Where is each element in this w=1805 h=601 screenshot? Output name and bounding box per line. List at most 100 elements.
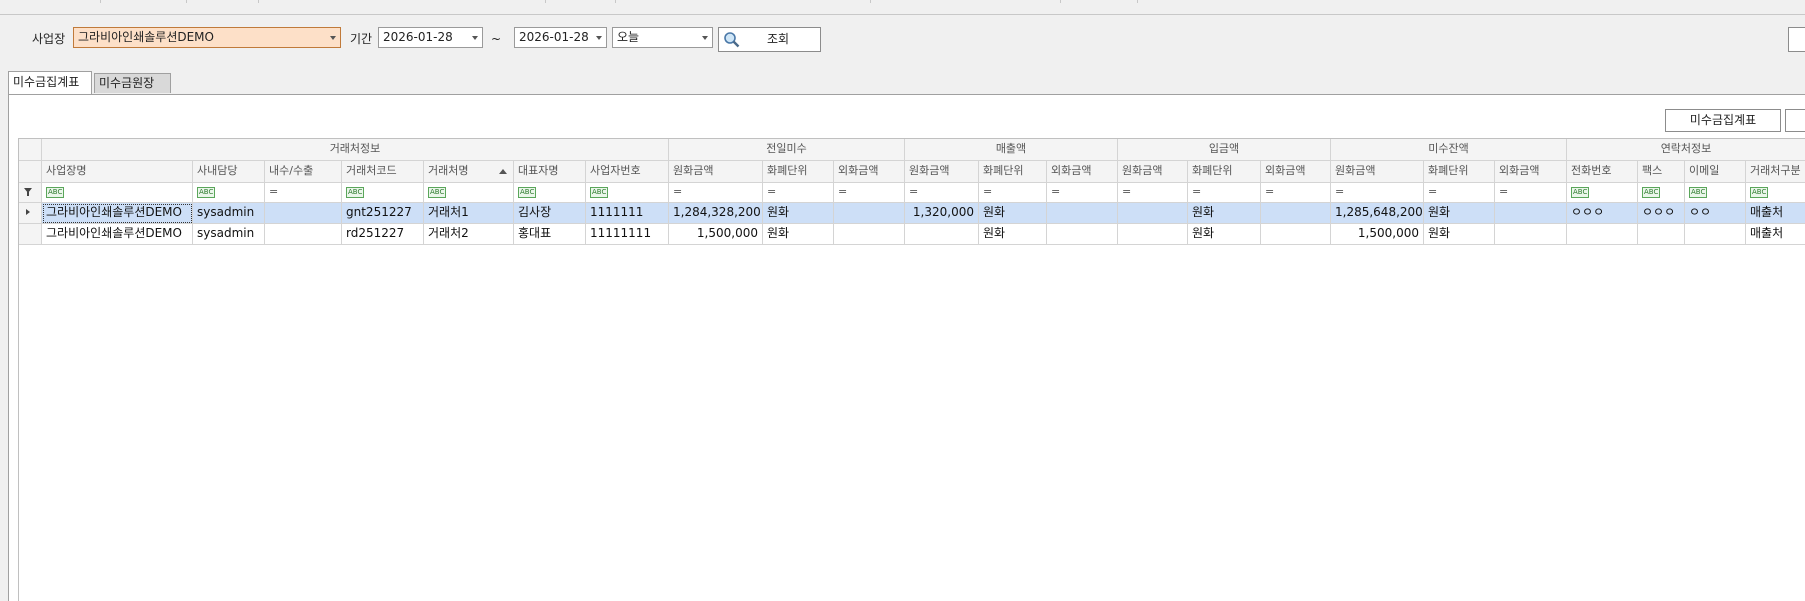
cell-deposit-currency[interactable]: 원화 [1188, 203, 1261, 224]
column-header-balance-currency[interactable]: 화폐단위 [1424, 161, 1495, 183]
cell-prev-foreign[interactable] [834, 224, 905, 245]
filter-cell-phone[interactable]: ABC [1567, 183, 1638, 203]
column-header-client-code[interactable]: 거래처코드 [342, 161, 424, 183]
column-header-email[interactable]: 이메일 [1685, 161, 1746, 183]
cell-prev-krw[interactable]: 1,500,000 [669, 224, 763, 245]
filter-cell-prev-krw[interactable]: = [669, 183, 763, 203]
column-header-prev-krw[interactable]: 원화금액 [669, 161, 763, 183]
filter-cell-sales-foreign[interactable]: = [1047, 183, 1118, 203]
cell-client-type[interactable]: 매출처 [1746, 203, 1805, 224]
cell-business-no[interactable]: 11111111 [586, 224, 669, 245]
column-header-sales-currency[interactable]: 화폐단위 [979, 161, 1047, 183]
cell-fax[interactable]: ㅇㅇㅇ [1638, 203, 1685, 224]
summary-report-button[interactable]: 미수금집계표 [1665, 109, 1781, 132]
cell-balance-foreign[interactable] [1495, 224, 1567, 245]
filter-cell-prev-currency[interactable]: = [763, 183, 834, 203]
cell-client-type[interactable]: 매출처 [1746, 224, 1805, 245]
cell-business-no[interactable]: 1111111 [586, 203, 669, 224]
row-indicator-current[interactable] [19, 203, 42, 224]
cell-domestic-export[interactable] [265, 203, 342, 224]
column-header-ceo-name[interactable]: 대표자명 [514, 161, 586, 183]
cell-sales-krw[interactable] [905, 224, 979, 245]
cell-prev-currency[interactable]: 원화 [763, 203, 834, 224]
cell-balance-foreign[interactable] [1495, 203, 1567, 224]
filter-cell-prev-foreign[interactable]: = [834, 183, 905, 203]
column-header-phone[interactable]: 전화번호 [1567, 161, 1638, 183]
cell-domestic-export[interactable] [265, 224, 342, 245]
filter-cell-client-name[interactable]: ABC [424, 183, 514, 203]
cell-prev-krw[interactable]: 1,284,328,200 [669, 203, 763, 224]
cell-phone[interactable] [1567, 224, 1638, 245]
column-header-site-name[interactable]: 사업장명 [42, 161, 193, 183]
cell-email[interactable] [1685, 224, 1746, 245]
cell-ceo-name[interactable]: 김사장 [514, 203, 586, 224]
column-header-sales-foreign[interactable]: 외화금액 [1047, 161, 1118, 183]
cell-balance-currency[interactable]: 원화 [1424, 224, 1495, 245]
column-header-balance-krw[interactable]: 원화금액 [1331, 161, 1424, 183]
cell-prev-foreign[interactable] [834, 203, 905, 224]
column-header-deposit-currency[interactable]: 화폐단위 [1188, 161, 1261, 183]
date-to-picker[interactable]: 2026-01-28 [514, 27, 607, 48]
column-header-domestic-export[interactable]: 내수/수출 [265, 161, 342, 183]
tab-summary[interactable]: 미수금집계표 [8, 71, 92, 95]
cell-email[interactable]: ㅇㅇ [1685, 203, 1746, 224]
cell-prev-currency[interactable]: 원화 [763, 224, 834, 245]
cell-balance-currency[interactable]: 원화 [1424, 203, 1495, 224]
filter-cell-sales-currency[interactable]: = [979, 183, 1047, 203]
cell-deposit-krw[interactable] [1118, 224, 1188, 245]
filter-row-indicator[interactable] [19, 183, 42, 203]
cell-client-name[interactable]: 거래처2 [424, 224, 514, 245]
cell-phone[interactable]: ㅇㅇㅇ [1567, 203, 1638, 224]
column-header-fax[interactable]: 팩스 [1638, 161, 1685, 183]
cell-deposit-foreign[interactable] [1261, 224, 1331, 245]
extra-action-button[interactable] [1785, 109, 1805, 132]
filter-cell-balance-krw[interactable]: = [1331, 183, 1424, 203]
cell-manager[interactable]: sysadmin [193, 224, 265, 245]
filter-cell-deposit-currency[interactable]: = [1188, 183, 1261, 203]
filter-cell-manager[interactable]: ABC [193, 183, 265, 203]
column-header-deposit-krw[interactable]: 원화금액 [1118, 161, 1188, 183]
cell-sales-foreign[interactable] [1047, 203, 1118, 224]
cell-client-code[interactable]: rd251227 [342, 224, 424, 245]
cell-deposit-foreign[interactable] [1261, 203, 1331, 224]
row-indicator[interactable] [19, 224, 42, 245]
filter-cell-client-type[interactable]: ABC [1746, 183, 1805, 203]
cell-sales-currency[interactable]: 원화 [979, 224, 1047, 245]
cell-deposit-currency[interactable]: 원화 [1188, 224, 1261, 245]
filter-cell-site-name[interactable]: ABC [42, 183, 193, 203]
site-select[interactable]: 그라비아인쇄솔루션DEMO [73, 27, 341, 48]
date-from-picker[interactable]: 2026-01-28 [378, 27, 483, 48]
cell-manager[interactable]: sysadmin [193, 203, 265, 224]
filter-cell-client-code[interactable]: ABC [342, 183, 424, 203]
column-header-sales-krw[interactable]: 원화금액 [905, 161, 979, 183]
range-select[interactable]: 오늘 [612, 27, 713, 48]
cell-fax[interactable] [1638, 224, 1685, 245]
filter-cell-domestic-export[interactable]: = [265, 183, 342, 203]
cell-deposit-krw[interactable] [1118, 203, 1188, 224]
column-header-client-type[interactable]: 거래처구분 [1746, 161, 1805, 183]
column-header-prev-currency[interactable]: 화폐단위 [763, 161, 834, 183]
column-header-prev-foreign[interactable]: 외화금액 [834, 161, 905, 183]
cell-sales-krw[interactable]: 1,320,000 [905, 203, 979, 224]
filter-cell-email[interactable]: ABC [1685, 183, 1746, 203]
cell-site-name[interactable]: 그라비아인쇄솔루션DEMO [42, 224, 193, 245]
filter-cell-ceo-name[interactable]: ABC [514, 183, 586, 203]
filter-cell-fax[interactable]: ABC [1638, 183, 1685, 203]
filter-cell-deposit-krw[interactable]: = [1118, 183, 1188, 203]
cell-balance-krw[interactable]: 1,285,648,200 [1331, 203, 1424, 224]
cell-ceo-name[interactable]: 홍대표 [514, 224, 586, 245]
right-action-button[interactable] [1788, 27, 1805, 52]
column-header-manager[interactable]: 사내담당 [193, 161, 265, 183]
cell-balance-krw[interactable]: 1,500,000 [1331, 224, 1424, 245]
filter-cell-business-no[interactable]: ABC [586, 183, 669, 203]
tab-ledger[interactable]: 미수금원장 [94, 73, 171, 93]
cell-client-name[interactable]: 거래처1 [424, 203, 514, 224]
column-header-business-no[interactable]: 사업자번호 [586, 161, 669, 183]
column-header-deposit-foreign[interactable]: 외화금액 [1261, 161, 1331, 183]
cell-sales-currency[interactable]: 원화 [979, 203, 1047, 224]
search-button[interactable]: 조회 [718, 27, 821, 52]
filter-cell-deposit-foreign[interactable]: = [1261, 183, 1331, 203]
filter-cell-sales-krw[interactable]: = [905, 183, 979, 203]
column-header-balance-foreign[interactable]: 외화금액 [1495, 161, 1567, 183]
filter-cell-balance-foreign[interactable]: = [1495, 183, 1567, 203]
